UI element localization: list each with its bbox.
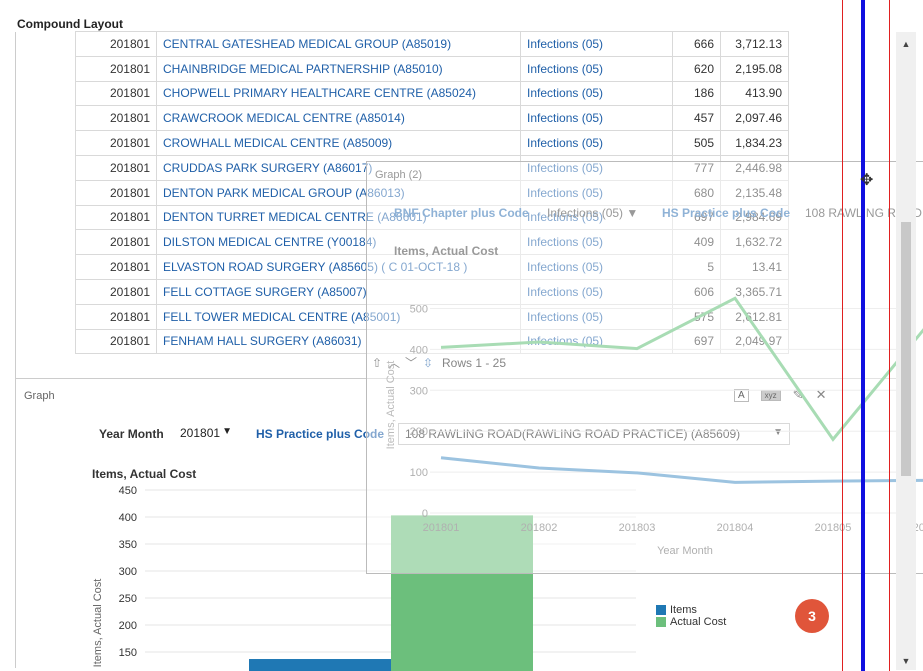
- year-month-cell: 201801: [75, 278, 157, 305]
- chapter-link[interactable]: Infections (05): [520, 55, 673, 82]
- empty-cell: [789, 131, 827, 156]
- items-cell: 186: [672, 80, 721, 107]
- year-month-cell: 201801: [75, 105, 157, 132]
- practice-link[interactable]: CHAINBRIDGE MEDICAL PARTNERSHIP (A85010): [156, 55, 521, 82]
- graph-section-label: Graph: [24, 390, 55, 402]
- practice-link[interactable]: CRAWCROOK MEDICAL CENTRE (A85014): [156, 105, 521, 132]
- legend-item-items[interactable]: Items: [656, 604, 726, 616]
- table-row: 201801 CHOPWELL PRIMARY HEALTHCARE CENTRE…: [75, 80, 827, 107]
- step-badge: 3: [795, 599, 829, 633]
- practice-label: HS Practice plus Code: [256, 427, 385, 441]
- overlay-title: Graph (2): [375, 169, 423, 181]
- red-guide-line: [889, 0, 890, 671]
- overlay-chapter-label: BNF Chapter plus Code: [394, 206, 529, 220]
- cost-cell: 413.90: [720, 80, 789, 107]
- practice-link[interactable]: CROWHALL MEDICAL CENTRE (A85009): [156, 130, 521, 156]
- legend-swatch-actual-cost: [656, 617, 666, 627]
- empty-cell: [789, 106, 827, 131]
- year-month-select[interactable]: 201801 ▼: [174, 423, 238, 445]
- year-month-cell: 201801: [75, 55, 157, 82]
- table-row: 201801 CROWHALL MEDICAL CENTRE (A85009) In…: [75, 130, 827, 156]
- year-month-cell: 201801: [75, 229, 157, 256]
- chevron-down-icon: ▼: [626, 206, 639, 220]
- overlay-toolbar: A xyz ✎ ✕: [734, 387, 826, 403]
- chapter-link[interactable]: Infections (05): [520, 130, 673, 156]
- move-cursor-icon: ✥: [860, 172, 874, 189]
- page-title: Compound Layout: [17, 17, 123, 31]
- chapter-link[interactable]: Infections (05): [520, 80, 673, 107]
- legend-swatch-items: [656, 605, 666, 615]
- red-guide-line: [842, 0, 843, 671]
- items-cell: 457: [672, 105, 721, 132]
- year-month-value: 201801: [180, 426, 221, 440]
- cost-cell: 1,834.23: [720, 130, 789, 156]
- year-month-cell: 201801: [75, 31, 157, 57]
- text-tool-icon[interactable]: A: [734, 388, 749, 402]
- legend-item-actual-cost[interactable]: Actual Cost: [656, 616, 726, 628]
- year-month-cell: 201801: [75, 303, 157, 330]
- year-month-cell: 201801: [75, 254, 157, 280]
- chapter-link[interactable]: Infections (05): [520, 105, 673, 132]
- scroll-thumb[interactable]: [901, 222, 911, 476]
- table-row: 201801 CRAWCROOK MEDICAL CENTRE (A85014) I…: [75, 105, 827, 132]
- year-month-label: Year Month: [99, 427, 164, 441]
- scroll-up-icon[interactable]: ▲: [896, 34, 916, 54]
- scroll-down-icon[interactable]: ▼: [896, 656, 916, 670]
- year-month-cell: 201801: [75, 328, 157, 355]
- blue-drop-line: [861, 0, 865, 671]
- table-row: 201801 CHAINBRIDGE MEDICAL PARTNERSHIP (A…: [75, 55, 827, 82]
- legend-label-actual-cost: Actual Cost: [670, 616, 727, 628]
- year-month-cell: 201801: [75, 154, 157, 181]
- overlay-practice-label: HS Practice plus Code: [662, 206, 791, 220]
- legend-label-items: Items: [670, 604, 697, 616]
- cost-cell: 3,712.13: [720, 31, 789, 57]
- items-cell: 505: [672, 130, 721, 156]
- empty-cell: [789, 32, 827, 57]
- chart-legend: Items Actual Cost: [656, 604, 726, 628]
- year-month-cell: 201801: [75, 130, 157, 156]
- empty-cell: [789, 56, 827, 81]
- overlay-chapter-select[interactable]: Infections (05) ▼: [547, 206, 638, 220]
- year-month-cell: 201801: [75, 204, 157, 231]
- xyz-tool-icon[interactable]: xyz: [760, 389, 781, 401]
- year-month-cell: 201801: [75, 179, 157, 206]
- items-cell: 666: [672, 31, 721, 57]
- practice-link[interactable]: CHOPWELL PRIMARY HEALTHCARE CENTRE (A850…: [156, 80, 521, 107]
- items-cell: 620: [672, 55, 721, 82]
- vertical-scrollbar[interactable]: ▲ ▼: [896, 32, 916, 670]
- dragged-graph-overlay[interactable]: Graph (2) BNF Chapter plus Code Infectio…: [366, 161, 923, 574]
- chevron-down-icon: ▼: [222, 426, 232, 437]
- table-row: 201801 CENTRAL GATESHEAD MEDICAL GROUP (A…: [75, 31, 827, 57]
- edit-icon[interactable]: ✎: [793, 387, 804, 403]
- overlay-chart-title: Items, Actual Cost: [394, 244, 499, 258]
- practice-link[interactable]: CENTRAL GATESHEAD MEDICAL GROUP (A85019): [156, 31, 521, 57]
- empty-cell: [789, 81, 827, 106]
- cost-cell: 2,097.46: [720, 105, 789, 132]
- cost-cell: 2,195.08: [720, 55, 789, 82]
- overlay-chapter-value: Infections (05): [547, 206, 624, 220]
- compound-layout: Compound Layout 201801 CENTRAL GATESHEAD …: [0, 0, 923, 671]
- chapter-link[interactable]: Infections (05): [520, 31, 673, 57]
- year-month-cell: 201801: [75, 80, 157, 107]
- close-icon[interactable]: ✕: [816, 387, 827, 403]
